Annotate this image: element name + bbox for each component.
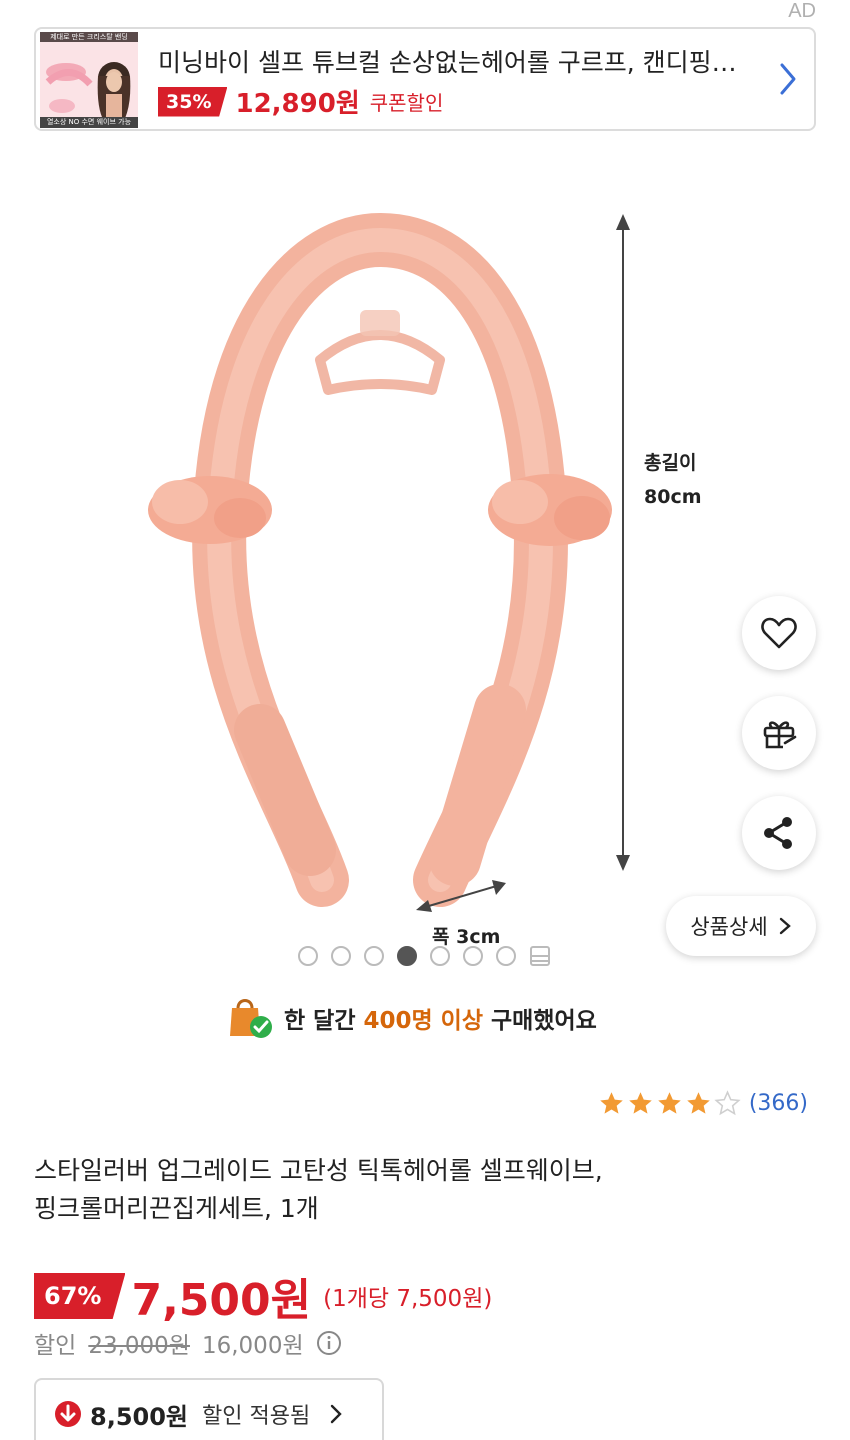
ad-title[interactable]: 미닝바이 셀프 튜브컬 손상없는헤어롤 구르프, 캔디핑…	[158, 43, 758, 79]
product-title-line1: 스타일러버 업그레이드 고탄성 틱톡헤어롤 셀프웨이브,	[34, 1156, 603, 1185]
info-icon[interactable]	[316, 1330, 342, 1356]
ad-coupon-label: 쿠폰할인	[369, 91, 444, 115]
hair-roller-illustration	[148, 212, 630, 912]
wishlist-button[interactable]	[742, 596, 816, 670]
down-arrow-circle-icon	[55, 1401, 81, 1427]
pager-dot[interactable]	[364, 946, 384, 966]
original-price: 23,000원	[88, 1333, 190, 1359]
discount-badge: 67%	[34, 1273, 126, 1319]
applied-amount: 8,500원	[90, 1402, 188, 1431]
rating[interactable]: (366)	[598, 1090, 808, 1117]
ad-price: 12,890원	[235, 89, 360, 119]
discount-label: 할인	[34, 1333, 77, 1359]
notice-prefix: 한 달간	[284, 1008, 356, 1034]
notice-suffix: 구매했어요	[491, 1008, 597, 1034]
gift-icon	[763, 721, 797, 749]
share-button[interactable]	[742, 796, 816, 870]
sale-price: 7,500원	[131, 1275, 312, 1326]
share-icon	[764, 817, 792, 849]
chevron-right-icon	[331, 1404, 342, 1424]
ad-banner[interactable]: 제대로 만든 크리스탈 밴딩 열소상 NO 수면 웨이브 가능 미닝바이 셀프 …	[34, 27, 816, 131]
star-filled-icon	[658, 1092, 681, 1114]
unit-price: (1개당 7,500원)	[323, 1286, 493, 1312]
pager-dot[interactable]	[496, 946, 516, 966]
ad-price-row: 35% 12,890원 쿠폰할인	[158, 83, 443, 120]
length-value: 80cm	[644, 486, 702, 508]
product-detail-button[interactable]: 상품상세	[666, 896, 816, 956]
purchase-notice: 한 달간 400명 이상 구매했어요	[228, 996, 597, 1040]
product-title-line2: 핑크롤머리끈집게세트, 1개	[34, 1194, 319, 1223]
original-price-row: 할인 23,000원 16,000원	[34, 1326, 342, 1360]
ad-product-image	[45, 62, 131, 124]
star-filled-icon	[600, 1092, 623, 1114]
grid-view-icon[interactable]	[529, 945, 551, 967]
pager-dot[interactable]	[331, 946, 351, 966]
applied-text: 할인 적용됨	[202, 1404, 311, 1429]
pager-dot[interactable]	[463, 946, 483, 966]
star-filled-icon	[629, 1092, 652, 1114]
ad-thumb-bottom-text: 열소상 NO 수면 웨이브 가능	[40, 117, 138, 128]
product-image[interactable]: 총길이 80cm 폭 3cm	[60, 150, 780, 950]
gift-button[interactable]	[742, 696, 816, 770]
chevron-right-icon	[779, 917, 791, 935]
discount-amount: 16,000원	[201, 1333, 304, 1359]
star-filled-icon	[687, 1092, 710, 1114]
shopping-bag-check-icon	[230, 999, 272, 1038]
pager-dot[interactable]	[298, 946, 318, 966]
image-pager[interactable]	[298, 945, 551, 967]
product-title: 스타일러버 업그레이드 고탄성 틱톡헤어롤 셀프웨이브, 핑크롤머리끈집게세트,…	[34, 1152, 824, 1228]
product-detail-label: 상품상세	[690, 915, 768, 939]
ad-thumbnail[interactable]: 제대로 만든 크리스탈 밴딩 열소상 NO 수면 웨이브 가능	[40, 32, 138, 128]
applied-discount-button[interactable]: 8,500원 할인 적용됨	[34, 1378, 384, 1440]
ad-thumb-top-text: 제대로 만든 크리스탈 밴딩	[40, 32, 138, 42]
length-label: 총길이	[644, 452, 697, 474]
ad-label: AD	[788, 0, 816, 22]
notice-highlight: 400명 이상	[363, 1008, 484, 1034]
pager-dot[interactable]	[430, 946, 450, 966]
chevron-right-icon[interactable]	[776, 61, 800, 97]
rating-count[interactable]: (366)	[749, 1091, 808, 1116]
ad-discount-badge: 35%	[158, 86, 228, 117]
pager-dot-active[interactable]	[397, 946, 417, 966]
star-empty-icon	[714, 1090, 741, 1116]
price-row: 67% 7,500원 (1개당 7,500원)	[34, 1264, 492, 1328]
heart-icon	[761, 617, 797, 649]
